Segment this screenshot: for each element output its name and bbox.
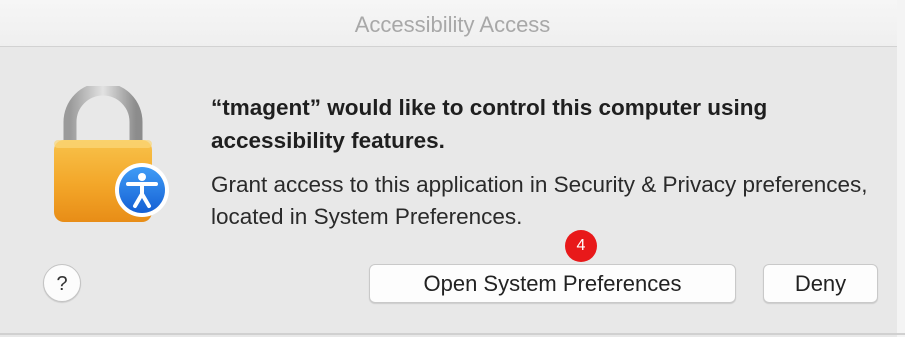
window-edge xyxy=(897,0,905,337)
title-bar: Accessibility Access xyxy=(0,0,905,47)
step-marker-badge: 4 xyxy=(565,230,597,262)
open-system-preferences-button[interactable]: Open System Preferences xyxy=(369,264,736,303)
dialog-message: Grant access to this application in Secu… xyxy=(211,172,868,229)
help-button[interactable]: ? xyxy=(43,264,81,302)
accessibility-dialog: Accessibility Access “tmagent” would lik… xyxy=(0,0,905,337)
window-title: Accessibility Access xyxy=(354,12,551,37)
dialog-heading: “tmagent” would like to control this com… xyxy=(211,95,768,153)
deny-button[interactable]: Deny xyxy=(763,264,878,303)
lock-accessibility-icon xyxy=(48,82,178,226)
lock-icon xyxy=(54,82,169,222)
window-bottom-border xyxy=(0,333,905,335)
